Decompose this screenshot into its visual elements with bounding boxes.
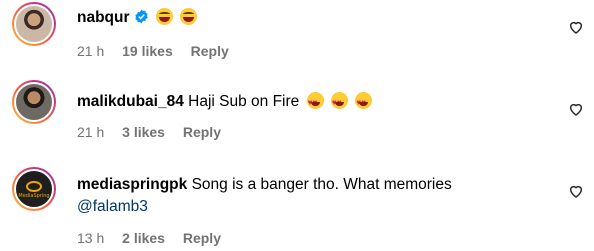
timestamp[interactable]: 21 h xyxy=(77,42,104,60)
heart-outline-icon[interactable] xyxy=(568,183,584,199)
mention-link[interactable]: @falamb3 xyxy=(77,198,148,215)
heart-outline-icon[interactable] xyxy=(568,19,584,35)
avatar-nabqur[interactable] xyxy=(12,2,56,46)
avatar-malikdubai[interactable] xyxy=(12,80,56,124)
smiling-face-with-heart-eyes-emoji xyxy=(355,92,373,113)
avatar-mediaspringpk[interactable]: MediaSpring xyxy=(12,167,56,211)
smiling-face-with-heart-eyes-emoji xyxy=(330,92,348,113)
face-with-tears-of-joy-emoji xyxy=(155,8,173,25)
avatar-image xyxy=(14,82,54,122)
reply-button[interactable]: Reply xyxy=(191,42,229,60)
timestamp[interactable]: 21 h xyxy=(77,123,104,141)
avatar-image xyxy=(14,4,54,44)
likes-count[interactable]: 2 likes xyxy=(122,229,165,247)
likes-count[interactable]: 3 likes xyxy=(122,123,165,141)
avatar-brand-text: MediaSpring xyxy=(18,193,50,199)
username-link[interactable]: nabqur xyxy=(77,9,130,26)
heart-outline-icon[interactable] xyxy=(568,101,584,117)
smiling-face-with-heart-eyes-emoji xyxy=(306,92,324,113)
likes-count[interactable]: 19 likes xyxy=(122,42,173,60)
face-with-tears-of-joy-emoji xyxy=(180,8,198,25)
comment-text-line: malikdubai_84 Haji Sub on Fire xyxy=(77,92,373,113)
verified-badge-icon xyxy=(134,9,148,24)
comment-text-line-2: @falamb3 xyxy=(77,197,148,217)
username-link[interactable]: malikdubai_84 xyxy=(77,93,184,110)
comment-meta: 21 h 19 likes Reply xyxy=(77,42,229,60)
comment-meta: 13 h 2 likes Reply xyxy=(77,229,221,247)
comment-meta: 21 h 3 likes Reply xyxy=(77,123,221,141)
reply-button[interactable]: Reply xyxy=(183,123,221,141)
avatar-image: MediaSpring xyxy=(14,169,54,209)
username-link[interactable]: mediaspringpk xyxy=(77,176,187,193)
logo-ring-icon xyxy=(26,181,42,192)
timestamp[interactable]: 13 h xyxy=(77,229,104,247)
comment-text-line: mediaspringpk Song is a banger tho. What… xyxy=(77,175,452,195)
comment-body: Song is a banger tho. What memories xyxy=(191,176,452,193)
reply-button[interactable]: Reply xyxy=(183,229,221,247)
comment-text-line: nabqur xyxy=(77,8,198,28)
comment-body: Haji Sub on Fire xyxy=(188,93,300,110)
